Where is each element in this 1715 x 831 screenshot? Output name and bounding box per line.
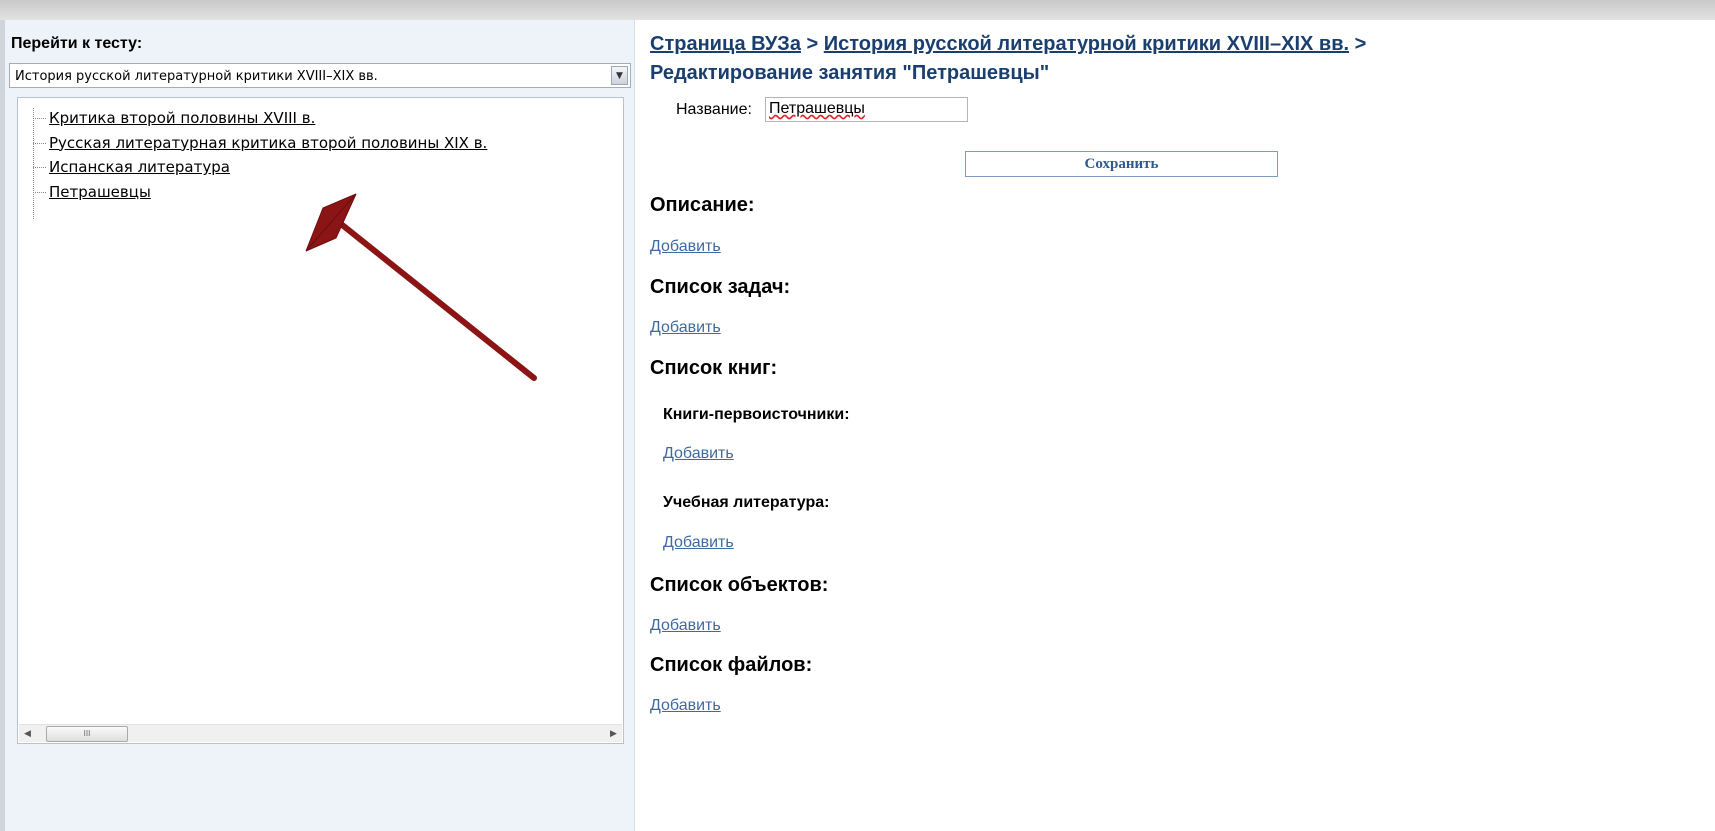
section-description-title: Описание:: [650, 194, 755, 216]
scroll-left-icon[interactable]: ◀: [19, 725, 36, 742]
scroll-right-icon[interactable]: ▶: [605, 725, 622, 742]
tree-item-lesson[interactable]: Петрашевцы: [33, 180, 487, 205]
breadcrumb-university-link[interactable]: Страница ВУЗа: [650, 33, 801, 55]
lesson-tree: Критика второй половины XVIII в. Русская…: [17, 97, 624, 744]
add-primary-book-link[interactable]: Добавить: [663, 445, 734, 463]
section-tasks-title: Список задач:: [650, 276, 791, 298]
sidebar-panel: Перейти к тесту: История русской литерат…: [5, 20, 635, 831]
breadcrumb-separator: >: [806, 33, 819, 55]
tree-item-lesson[interactable]: Критика второй половины XVIII в.: [33, 106, 487, 131]
add-object-link[interactable]: Добавить: [650, 617, 721, 635]
section-objects-title: Список объектов:: [650, 574, 829, 596]
page-title: Редактирование занятия "Петрашевцы": [650, 62, 1050, 84]
breadcrumb: Страница ВУЗа > История русской литерату…: [650, 33, 1366, 56]
tree-item-lesson[interactable]: Русская литературная критика второй поло…: [33, 131, 487, 156]
subsection-educational-books-title: Учебная литература:: [663, 494, 830, 511]
add-task-link[interactable]: Добавить: [650, 319, 721, 337]
section-files-title: Список файлов:: [650, 654, 813, 676]
breadcrumb-separator: >: [1354, 33, 1367, 55]
add-description-link[interactable]: Добавить: [650, 238, 721, 256]
browser-top-bar: [0, 0, 1715, 20]
breadcrumb-course-link[interactable]: История русской литературной критики XVI…: [824, 33, 1349, 55]
tree-item-lesson[interactable]: Испанская литература: [33, 155, 487, 180]
add-file-link[interactable]: Добавить: [650, 697, 721, 715]
horizontal-scrollbar[interactable]: ◀ III ▶: [19, 724, 622, 742]
scrollbar-thumb[interactable]: III: [46, 726, 128, 742]
course-select-value: История русской литературной критики XVI…: [15, 69, 378, 84]
add-educational-book-link[interactable]: Добавить: [663, 534, 734, 552]
chevron-down-icon[interactable]: ▼: [611, 66, 628, 85]
name-label: Название:: [676, 101, 752, 118]
goto-test-label: Перейти к тесту:: [11, 35, 143, 52]
course-select[interactable]: История русской литературной критики XVI…: [9, 63, 631, 88]
section-books-title: Список книг:: [650, 357, 778, 379]
name-input[interactable]: Петрашевцы: [765, 97, 968, 122]
subsection-primary-books-title: Книги-первоисточники:: [663, 406, 850, 423]
save-button[interactable]: Сохранить: [965, 151, 1278, 177]
